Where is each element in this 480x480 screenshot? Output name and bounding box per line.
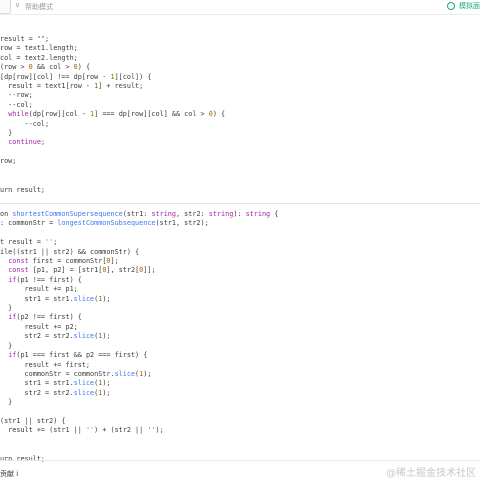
code-line[interactable]: result += first;: [0, 361, 90, 369]
code-line[interactable]: result += (str1 || '') + (str2 || '');: [0, 426, 164, 434]
code-line[interactable]: }: [0, 398, 12, 406]
code-line[interactable]: str2 = str2.slice(1);: [0, 332, 111, 340]
contribution-label: 贡献 i: [0, 470, 19, 478]
editor-toolbar: ∨ 帮助模式 模拟面: [0, 0, 480, 15]
code-line[interactable]: str1 = str1.slice(1);: [0, 295, 111, 303]
code-line[interactable]: (str1 || str2) {: [0, 417, 65, 425]
code-line[interactable]: urn result;: [0, 186, 45, 194]
code-line[interactable]: [dp[row][col] !== dp[row - 1][col]) {: [0, 73, 151, 81]
code-line[interactable]: result += p2;: [0, 323, 78, 331]
code-line[interactable]: --col;: [0, 101, 33, 109]
code-line[interactable]: if(p1 === first && p2 === first) {: [0, 351, 147, 359]
code-line[interactable]: --col;: [0, 120, 50, 128]
code-divider: [0, 203, 480, 204]
watermark: @稀土掘金技术社区: [386, 468, 476, 479]
code-line[interactable]: str2 = str2.slice(1);: [0, 389, 111, 397]
code-block-lcs[interactable]: result = ""; row = text1.length; col = t…: [0, 35, 225, 195]
code-block-scs[interactable]: on shortestCommonSupersequence(str1: str…: [0, 210, 278, 464]
code-line[interactable]: commonStr = commonStr.slice(1);: [0, 370, 152, 378]
simulate-interview-button[interactable]: 模拟面: [447, 1, 480, 11]
code-line[interactable]: str1 = str1.slice(1);: [0, 379, 111, 387]
help-mode-label[interactable]: 帮助模式: [25, 2, 53, 12]
code-line[interactable]: col = text2.length;: [0, 54, 78, 62]
clock-icon: [447, 2, 455, 10]
code-line[interactable]: row = text1.length;: [0, 44, 78, 52]
code-line[interactable]: t result = '';: [0, 238, 57, 246]
code-line[interactable]: --row;: [0, 91, 33, 99]
code-line[interactable]: continue;: [0, 138, 45, 146]
code-line[interactable]: : commonStr = longestCommonSubsequence(s…: [0, 219, 209, 227]
code-line[interactable]: (row > 0 && col > 0) {: [0, 63, 90, 71]
toolbar-dropdown-button[interactable]: [0, 0, 11, 14]
simulate-interview-label: 模拟面: [459, 2, 480, 10]
code-line[interactable]: urn result;: [0, 455, 45, 463]
code-line[interactable]: const first = commonStr[0];: [0, 257, 119, 265]
code-line[interactable]: }: [0, 304, 12, 312]
code-line[interactable]: const [p1, p2] = [str1[0], str2[0]];: [0, 266, 155, 274]
footer-separator: [0, 460, 480, 461]
code-line[interactable]: on shortestCommonSupersequence(str1: str…: [0, 210, 278, 218]
code-line[interactable]: row;: [0, 157, 16, 165]
chevron-down-icon[interactable]: ∨: [15, 1, 20, 9]
code-line[interactable]: }: [0, 129, 12, 137]
code-line[interactable]: result += p1;: [0, 285, 78, 293]
code-line[interactable]: result = text1[row - 1] + result;: [0, 82, 143, 90]
code-line[interactable]: if(p1 !== first) {: [0, 276, 82, 284]
code-line[interactable]: while(dp[row][col - 1] === dp[row][col] …: [0, 110, 225, 118]
code-line[interactable]: if(p2 !== first) {: [0, 313, 82, 321]
code-line[interactable]: }: [0, 342, 12, 350]
code-line[interactable]: result = "";: [0, 35, 49, 43]
code-line[interactable]: ile((str1 || str2) && commonStr) {: [0, 248, 139, 256]
